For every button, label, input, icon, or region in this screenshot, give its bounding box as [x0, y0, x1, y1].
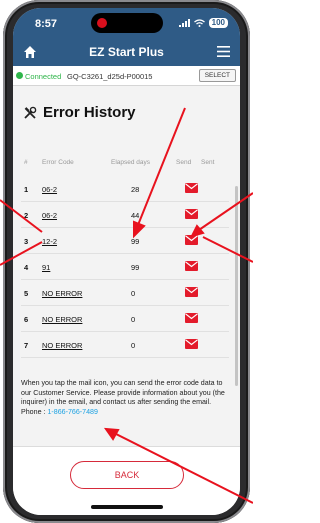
row-index: 3: [24, 237, 29, 246]
wifi-icon: [193, 19, 205, 27]
tools-icon: [24, 106, 37, 119]
dynamic-island: [91, 13, 163, 33]
error-code-link[interactable]: 12-2: [42, 237, 57, 246]
row-index: 6: [24, 315, 29, 324]
back-button[interactable]: BACK: [70, 461, 184, 489]
mail-send-icon[interactable]: [185, 183, 198, 193]
row-index: 4: [24, 263, 29, 272]
table-row: 7 NO ERROR 0: [21, 332, 229, 358]
header-elapsed-days: Elapsed days: [111, 159, 151, 166]
elapsed-days: 0: [131, 315, 136, 324]
mail-send-icon[interactable]: [185, 287, 198, 297]
bottom-bar: BACK: [13, 446, 240, 515]
header-sent: Sent: [201, 159, 215, 166]
header-index: #: [24, 159, 28, 166]
connection-status: Connected: [25, 72, 62, 81]
table-row: 4 91 99: [21, 254, 229, 280]
elapsed-days: 99: [131, 263, 140, 272]
app-title: EZ Start Plus: [89, 45, 164, 59]
mail-send-icon[interactable]: [185, 209, 198, 219]
info-text: When you tap the mail icon, you can send…: [21, 379, 225, 407]
device-id: GQ-C3261_d25d-P00015: [67, 72, 153, 81]
error-code-link[interactable]: 06-2: [42, 185, 57, 194]
row-index: 1: [24, 185, 29, 194]
status-icons: 100: [178, 18, 228, 28]
page-title-row: Error History: [23, 104, 136, 121]
row-index: 2: [24, 211, 29, 220]
phone-screen: 8:57 100 EZ Start Plus Connected GQ-C326…: [13, 8, 240, 515]
table-header: # Error Code Elapsed days Send Sent: [13, 159, 240, 173]
elapsed-days: 28: [131, 185, 140, 194]
table-row: 6 NO ERROR 0: [21, 306, 229, 332]
phone-number-link[interactable]: 1-866-766-7489: [47, 408, 97, 416]
elapsed-days: 44: [131, 211, 140, 220]
main-content: Error History # Error Code Elapsed days …: [13, 86, 240, 446]
elapsed-days: 99: [131, 237, 140, 246]
mail-send-icon[interactable]: [185, 339, 198, 349]
error-code-link[interactable]: 06-2: [42, 211, 57, 220]
connected-status-icon: [16, 72, 23, 79]
header-error-code: Error Code: [42, 159, 74, 166]
info-text-block: When you tap the mail icon, you can send…: [21, 379, 234, 417]
mail-send-icon[interactable]: [185, 235, 198, 245]
phone-label: Phone :: [21, 407, 48, 416]
hamburger-menu-icon[interactable]: [217, 46, 230, 57]
mail-send-icon[interactable]: [185, 313, 198, 323]
error-code-link[interactable]: NO ERROR: [42, 315, 82, 324]
status-bar: 8:57 100: [13, 8, 240, 38]
error-code-link[interactable]: NO ERROR: [42, 341, 82, 350]
mail-send-icon[interactable]: [185, 261, 198, 271]
table-row: 1 06-2 28: [21, 176, 229, 202]
elapsed-days: 0: [131, 341, 136, 350]
scrollbar[interactable]: [235, 186, 238, 386]
table-row: 2 06-2 44: [21, 202, 229, 228]
recording-indicator-icon: [97, 18, 107, 28]
row-index: 7: [24, 341, 29, 350]
phone-frame: 8:57 100 EZ Start Plus Connected GQ-C326…: [3, 0, 250, 523]
connection-bar: Connected GQ-C3261_d25d-P00015 SELECT: [13, 66, 240, 86]
signal-icon: [178, 19, 190, 27]
page-title: Error History: [43, 104, 136, 121]
elapsed-days: 0: [131, 289, 136, 298]
header-send: Send: [176, 159, 192, 166]
app-header: EZ Start Plus: [13, 38, 240, 66]
home-indicator: [91, 505, 163, 509]
battery-icon: 100: [208, 18, 228, 28]
select-device-button[interactable]: SELECT: [198, 69, 236, 82]
status-time: 8:57: [35, 18, 58, 30]
row-index: 5: [24, 289, 29, 298]
error-code-link[interactable]: 91: [42, 263, 50, 272]
table-row: 3 12-2 99: [21, 228, 229, 254]
table-row: 5 NO ERROR 0: [21, 280, 229, 306]
error-code-link[interactable]: NO ERROR: [42, 289, 82, 298]
